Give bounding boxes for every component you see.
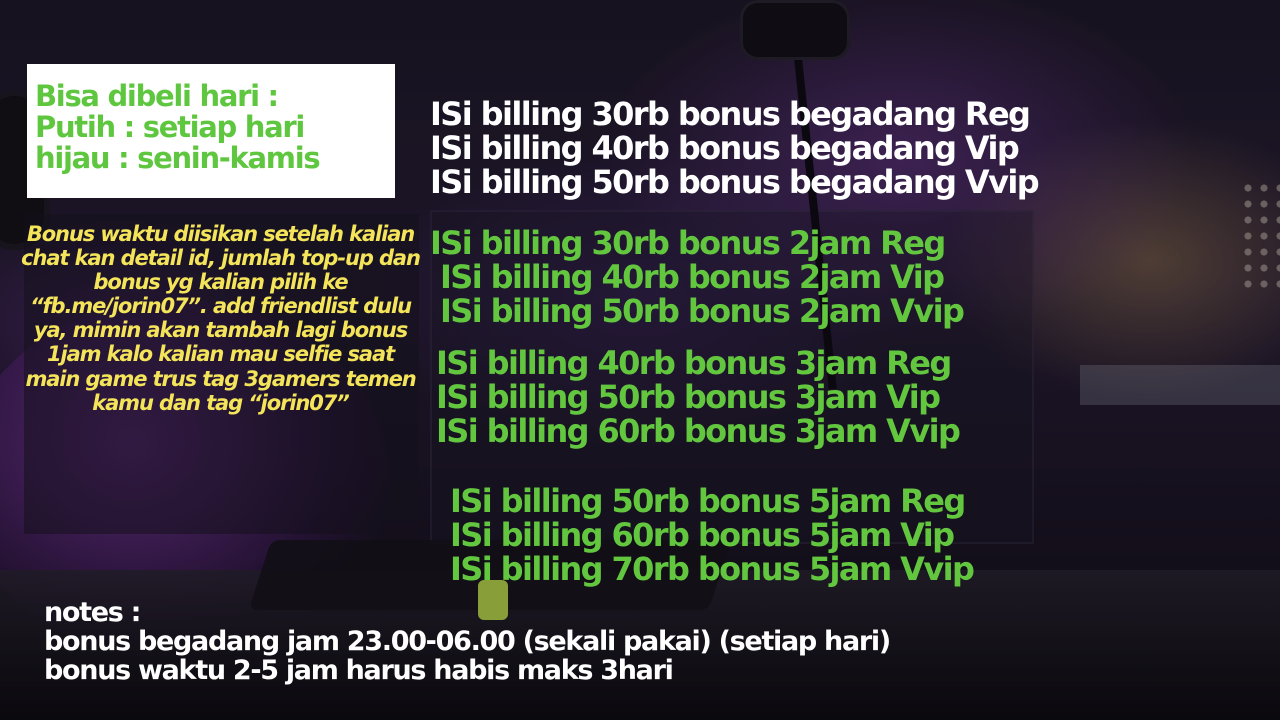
schedule-heading: Bisa dibeli hari : [35,79,279,113]
package-2jam-reg: ISi billing 30rb bonus 2jam Reg [430,224,946,262]
package-2jam-vvip: ISi billing 50rb bonus 2jam Vvip [440,292,965,330]
package-5jam-vvip: ISi billing 70rb bonus 5jam Vvip [450,550,975,588]
package-3jam-vip: ISi billing 50rb bonus 3jam Vip [436,378,941,416]
package-5jam-reg: ISi billing 50rb bonus 5jam Reg [450,482,966,520]
package-2jam-vip: ISi billing 40rb bonus 2jam Vip [440,258,945,296]
package-3jam-vvip: ISi billing 60rb bonus 3jam Vvip [436,412,961,450]
notes-begadang-hours: bonus begadang jam 23.00-06.00 (sekali p… [44,626,891,657]
schedule-green-days: hijau : senin-kamis [35,141,321,175]
bonus-info-text: Bonus waktu diisikan setelah kalian chat… [21,222,421,415]
notes-section: notes : bonus begadang jam 23.00-06.00 (… [44,597,891,686]
schedule-white-days: Putih : setiap hari [35,110,305,144]
package-3jam-reg: ISi billing 40rb bonus 3jam Reg [436,344,952,382]
package-begadang-vip: ISi billing 40rb bonus begadang Vip [430,129,1020,167]
package-begadang-reg: ISi billing 30rb bonus begadang Reg [430,95,1031,133]
package-5jam-vip: ISi billing 60rb bonus 5jam Vip [450,516,955,554]
purchase-schedule-box: Bisa dibeli hari : Putih : setiap hari h… [27,64,395,198]
package-begadang-vvip: ISi billing 50rb bonus begadang Vvip [430,163,1040,201]
notes-bonus-expiry: bonus waktu 2-5 jam harus habis maks 3ha… [44,655,674,686]
notes-title: notes : [44,597,141,628]
